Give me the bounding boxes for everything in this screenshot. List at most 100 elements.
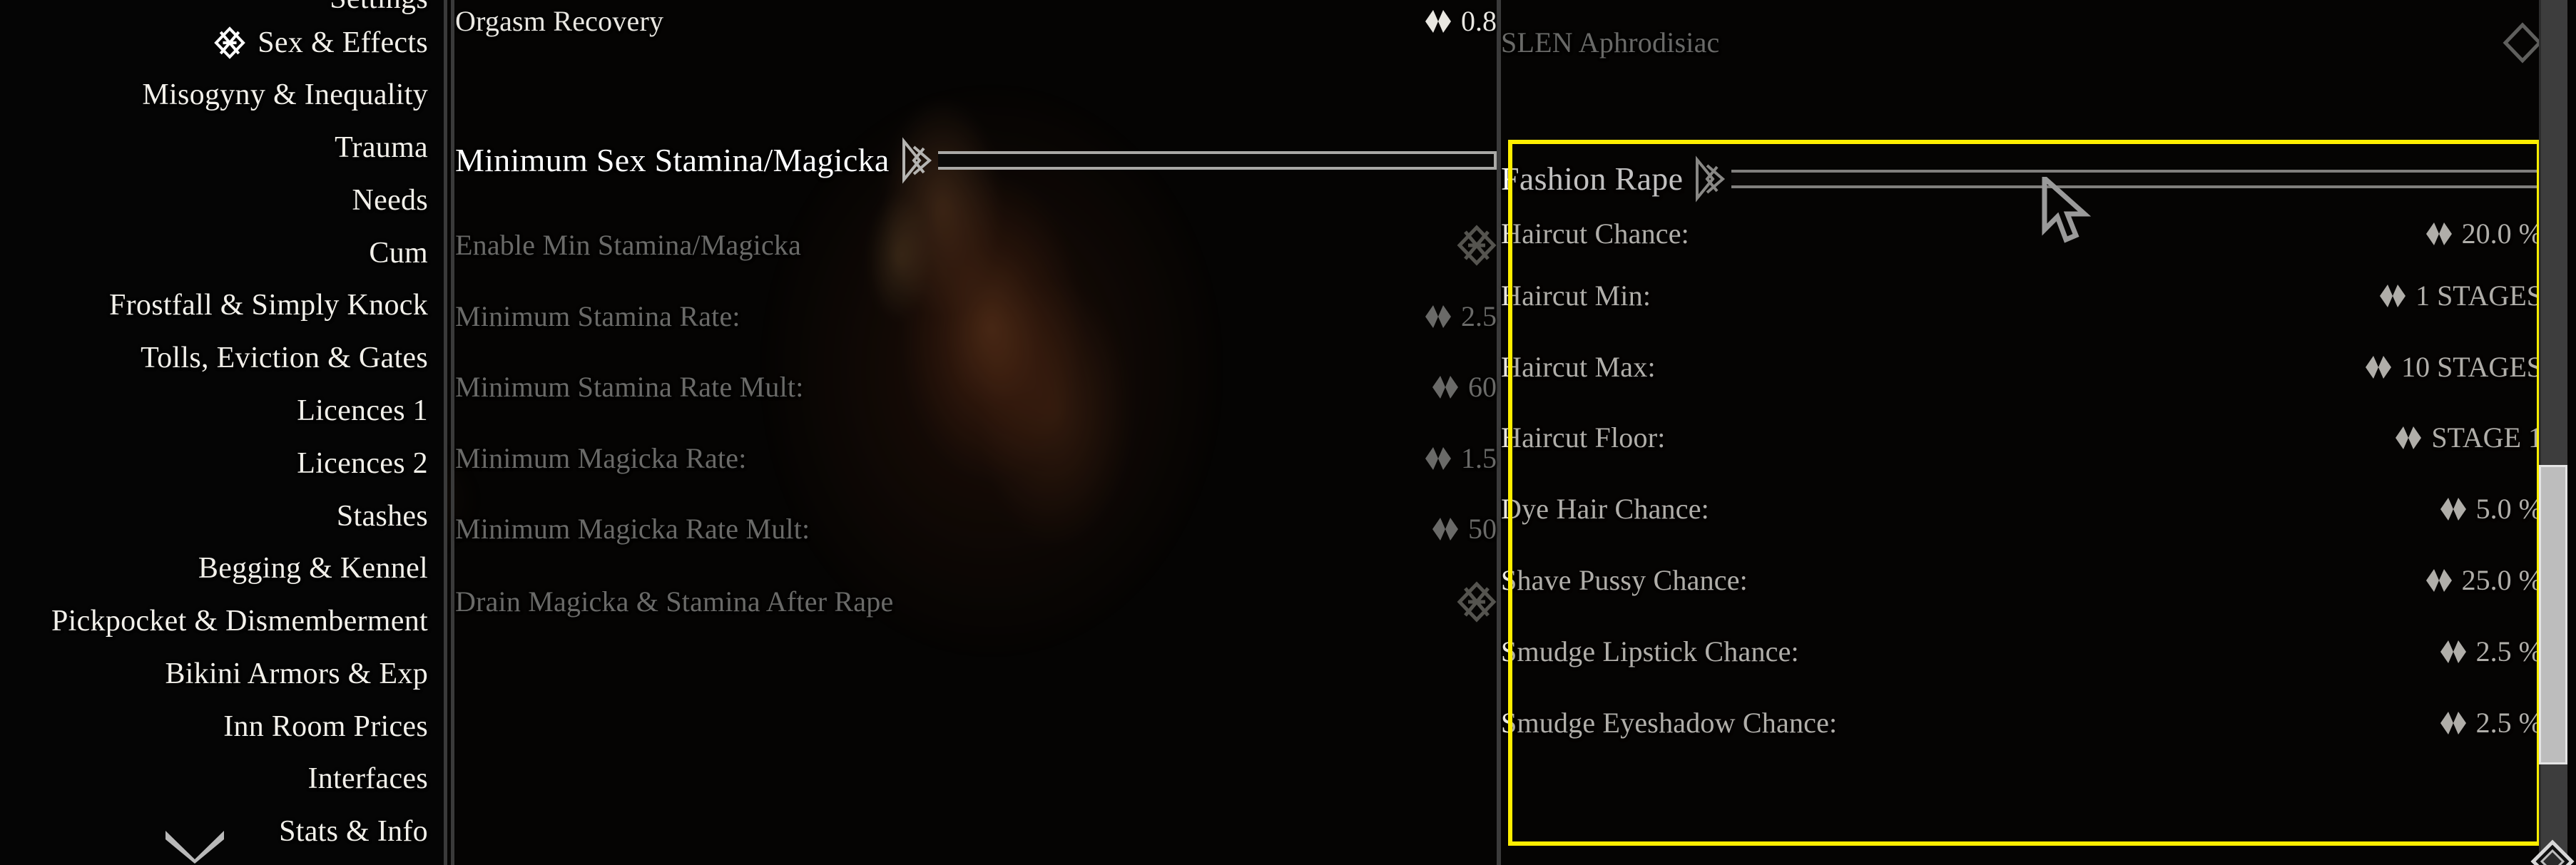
value-stepper-icon[interactable] — [2439, 638, 2468, 666]
sidebar-item-pickpocket-dismemberment[interactable]: Pickpocket & Dismemberment — [51, 605, 428, 638]
setting-label: Dye Hair Chance: — [1501, 493, 1709, 525]
value-stepper-icon[interactable] — [2439, 495, 2468, 523]
setting-value[interactable]: 10 STAGES — [2364, 352, 2542, 383]
sidebar-item-bikini-armors-exp[interactable]: Bikini Armors & Exp — [165, 657, 428, 690]
sidebar-divider-inner — [451, 0, 454, 865]
setting-label: Minimum Stamina Rate: — [455, 300, 740, 332]
setting-row[interactable]: Drain Magicka & Stamina After Rape — [455, 581, 1497, 623]
setting-value[interactable]: 2.5 % — [2439, 707, 2542, 739]
sidebar-item-label: Sex & Effects — [258, 26, 428, 59]
setting-row[interactable]: Enable Min Stamina/Magicka — [455, 225, 1497, 266]
setting-label: Enable Min Stamina/Magicka — [455, 229, 802, 261]
setting-value[interactable]: STAGE 1 — [2394, 422, 2542, 454]
setting-row[interactable]: Dye Hair Chance: 5.0 % — [1501, 489, 2542, 529]
value-stepper-icon[interactable] — [2364, 353, 2393, 382]
setting-label: Smudge Lipstick Chance: — [1501, 635, 1799, 667]
value-stepper-icon[interactable] — [2425, 220, 2453, 248]
setting-value[interactable]: 5.0 % — [2439, 493, 2542, 525]
sidebar-item-begging-kennel[interactable]: Begging & Kennel — [198, 552, 428, 585]
sidebar-item-label: Begging & Kennel — [198, 552, 428, 585]
setting-label: Drain Magicka & Stamina After Rape — [455, 585, 894, 618]
sidebar-item-frostfall-simply-knock[interactable]: Frostfall & Simply Knock — [109, 289, 428, 322]
sidebar-item-label: Misogyny & Inequality — [142, 78, 428, 112]
sidebar-item-label: Needs — [352, 183, 428, 217]
setting-value-text: 2.5 % — [2475, 635, 2542, 667]
sidebar-item-label: Settings — [330, 0, 428, 15]
setting-value[interactable]: 50 — [1431, 513, 1497, 545]
sidebar-item-misogyny-inequality[interactable]: Misogyny & Inequality — [142, 78, 428, 111]
sidebar-item-licences-1[interactable]: Licences 1 — [297, 394, 428, 427]
sidebar-item-label: Inn Room Prices — [223, 710, 428, 743]
sidebar-item-inn-room-prices[interactable]: Inn Room Prices — [223, 710, 428, 743]
toggle-checked-icon[interactable] — [1457, 225, 1497, 266]
setting-value[interactable]: 1 STAGES — [2378, 280, 2542, 312]
right-settings-panel: SLEN Aphrodisiac Fashion Rape Haircut Chan… — [1501, 0, 2542, 865]
value-stepper-icon[interactable] — [2394, 424, 2423, 452]
setting-row[interactable]: Minimum Stamina Rate: 2.5 — [455, 297, 1497, 337]
value-stepper-icon[interactable] — [1431, 373, 1460, 401]
setting-value-text: 5.0 % — [2475, 493, 2542, 525]
middle-settings-panel: Orgasm Recovery 0.8 Minimum Sex Stamina/Ma… — [455, 0, 1497, 865]
sidebar-item-licences-2[interactable]: Licences 2 — [297, 447, 428, 480]
sidebar-item-label: Stats & Info — [279, 815, 428, 849]
setting-row[interactable]: Orgasm Recovery 0.8 — [455, 1, 1497, 41]
setting-row[interactable]: Haircut Min: 1 STAGES — [1501, 276, 2542, 316]
value-stepper-icon[interactable] — [2439, 709, 2468, 737]
section-title: Fashion Rape — [1501, 160, 1684, 197]
setting-value-text: 10 STAGES — [2401, 351, 2542, 383]
value-stepper-icon[interactable] — [1424, 444, 1452, 473]
toggle-checked-icon[interactable] — [1457, 581, 1497, 623]
value-stepper-icon[interactable] — [2425, 566, 2453, 595]
mcm-screen: Settings Sex & Effects Misogyny & Inequali… — [0, 0, 2576, 865]
setting-value-text: STAGE 1 — [2431, 421, 2542, 454]
setting-value[interactable]: 20.0 % — [2425, 218, 2542, 250]
setting-row[interactable]: Haircut Max: 10 STAGES — [1501, 347, 2542, 387]
sidebar-item-label: Tolls, Eviction & Gates — [141, 342, 428, 375]
sidebar-item-label: Stashes — [336, 499, 428, 533]
setting-row[interactable]: Minimum Magicka Rate Mult: 50 — [455, 509, 1497, 549]
right-scrollbar-thumb[interactable] — [2539, 465, 2567, 764]
toggle-unchecked-icon[interactable] — [2503, 22, 2542, 63]
setting-row[interactable]: Minimum Magicka Rate: 1.5 — [455, 439, 1497, 478]
sidebar-item-label: Trauma — [335, 131, 428, 165]
setting-value-text: 1 STAGES — [2415, 280, 2542, 312]
setting-label: SLEN Aphrodisiac — [1501, 26, 1720, 58]
scroll-down-arrow-icon[interactable] — [2530, 839, 2575, 865]
setting-row[interactable]: Minimum Stamina Rate Mult: 60 — [455, 367, 1497, 407]
value-stepper-icon[interactable] — [1424, 7, 1452, 36]
sidebar: Settings Sex & Effects Misogyny & Inequali… — [0, 0, 444, 865]
sidebar-item-sex-effects[interactable]: Sex & Effects — [214, 26, 428, 59]
value-stepper-icon[interactable] — [1431, 515, 1460, 543]
header-rule-icon — [1696, 155, 1726, 203]
setting-value[interactable]: 60 — [1431, 372, 1497, 403]
setting-label: Minimum Stamina Rate Mult: — [455, 371, 804, 403]
value-stepper-icon[interactable] — [2378, 282, 2407, 310]
setting-value-text: 0.8 — [1461, 5, 1497, 37]
setting-value[interactable]: 0.8 — [1424, 6, 1497, 37]
setting-value[interactable]: 25.0 % — [2425, 565, 2542, 596]
chevron-down-icon[interactable] — [164, 826, 225, 864]
sidebar-item-interfaces[interactable]: Interfaces — [307, 762, 428, 795]
value-stepper-icon[interactable] — [1424, 302, 1452, 331]
sidebar-item-tolls-eviction-gates[interactable]: Tolls, Eviction & Gates — [141, 342, 428, 374]
setting-row[interactable]: SLEN Aphrodisiac — [1501, 22, 2542, 63]
setting-value[interactable]: 2.5 — [1424, 301, 1497, 332]
sidebar-item-needs[interactable]: Needs — [352, 184, 428, 217]
sidebar-item-stashes[interactable]: Stashes — [337, 500, 428, 533]
setting-value[interactable]: 1.5 — [1424, 443, 1497, 474]
setting-row[interactable]: Haircut Floor: STAGE 1 — [1501, 418, 2542, 458]
setting-row[interactable]: Shave Pussy Chance: 25.0 % — [1501, 561, 2542, 600]
sidebar-item-stats-info[interactable]: Stats & Info — [279, 815, 428, 848]
setting-label: Orgasm Recovery — [455, 5, 664, 37]
sidebar-item-trauma[interactable]: Trauma — [335, 131, 428, 164]
section-rule-bar — [1731, 170, 2542, 188]
sidebar-item-settings[interactable]: Settings — [330, 0, 428, 15]
setting-row[interactable]: Haircut Chance: 20.0 % — [1501, 214, 2542, 254]
setting-label: Smudge Eyeshadow Chance: — [1501, 707, 1838, 739]
setting-value-text: 50 — [1468, 513, 1497, 545]
setting-value[interactable]: 2.5 % — [2439, 636, 2542, 667]
setting-row[interactable]: Smudge Eyeshadow Chance: 2.5 % — [1501, 703, 2542, 743]
sidebar-item-label: Pickpocket & Dismemberment — [51, 605, 428, 638]
setting-row[interactable]: Smudge Lipstick Chance: 2.5 % — [1501, 632, 2542, 672]
sidebar-item-cum[interactable]: Cum — [369, 237, 428, 270]
